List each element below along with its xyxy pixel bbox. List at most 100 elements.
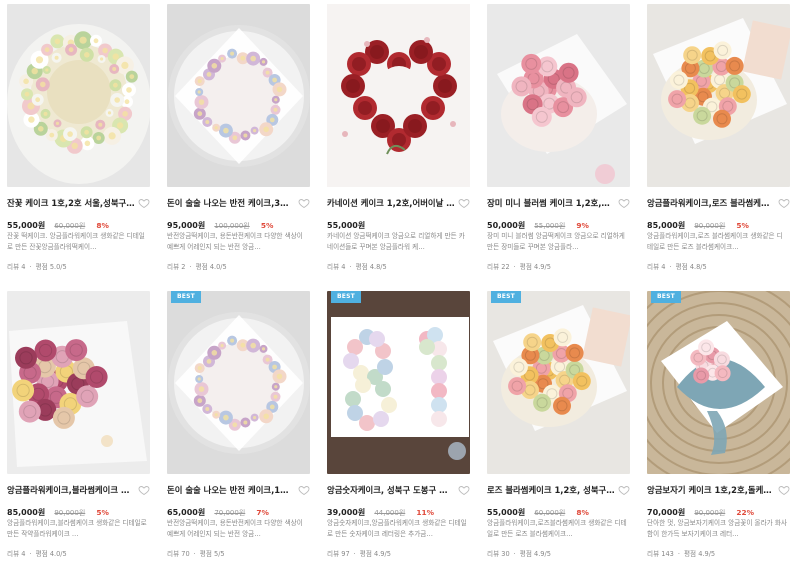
rating-value: 5/5 <box>214 550 225 558</box>
product-image[interactable] <box>487 4 630 187</box>
product-title-row: 앙금보자기 케이크 1호,2호,돌케… <box>647 484 790 498</box>
original-price: 100,000원 <box>214 222 250 230</box>
separator-dot: · <box>29 550 32 558</box>
heart-icon[interactable] <box>298 197 310 209</box>
sale-price: 55,000원 <box>7 221 46 230</box>
product-card[interactable]: BEST 돈이 술술 나오는 반전 케이크,1… 65,000원 70,000원… <box>167 291 310 567</box>
price-row: 50,000원 55,000원 9% <box>487 213 589 230</box>
price-row: 65,000원 70,000원 7% <box>167 500 269 517</box>
separator-dot: · <box>349 263 352 271</box>
product-image[interactable]: BEST <box>487 291 630 474</box>
price-row: 55,000원 <box>327 213 365 230</box>
original-price: 55,000원 <box>534 222 566 230</box>
price-row: 70,000원 90,000원 22% <box>647 500 754 517</box>
review-meta: 리뷰 22 · 평점 4.9/5 <box>487 261 551 271</box>
heart-icon[interactable] <box>618 484 630 496</box>
review-count: 143 <box>661 550 674 558</box>
original-price: 70,000원 <box>214 509 246 517</box>
rating-label: 평점 <box>35 263 48 271</box>
product-title[interactable]: 잔꽃 케이크 1호,2호 서울,성북구,… <box>7 197 135 209</box>
heart-icon[interactable] <box>618 197 630 209</box>
product-card[interactable]: BEST 앙금숫자케이크, 성북구 도봉구 … 39,000원 44,000원 … <box>327 291 470 567</box>
product-title-row: 잔꽃 케이크 1호,2호 서울,성북구,… <box>7 197 150 211</box>
review-meta: 리뷰 4 · 평점 4.8/5 <box>647 261 707 271</box>
sale-price: 95,000원 <box>167 221 206 230</box>
product-image[interactable]: BEST <box>327 291 470 474</box>
rating-value: 4.9/5 <box>534 550 551 558</box>
product-image[interactable]: BEST <box>167 291 310 474</box>
review-count: 4 <box>21 550 26 558</box>
rating-value: 4.8/5 <box>369 263 387 271</box>
product-title[interactable]: 앙금플라워케이크,블라썸케이크 … <box>7 484 135 496</box>
product-image[interactable] <box>7 4 150 187</box>
original-price: 44,000원 <box>374 509 406 517</box>
heart-icon[interactable] <box>458 484 470 496</box>
best-badge: BEST <box>171 291 201 303</box>
product-description: 카네이션 앙금떡케이크 앙금으로 리얼하게 만든 카네이션들로 꾸며본 앙금플라… <box>327 232 465 251</box>
separator-dot: · <box>29 263 32 271</box>
product-image[interactable]: BEST <box>647 291 790 474</box>
product-card[interactable]: 앙금플라워케이크,로즈 블라썸케… 85,000원 90,000원 5% 앙금플… <box>647 4 790 280</box>
sale-price: 39,000원 <box>327 508 366 517</box>
product-title[interactable]: 돈이 술술 나오는 반전 케이크,1… <box>167 484 295 496</box>
product-card[interactable]: 앙금플라워케이크,블라썸케이크 … 85,000원 90,000원 5% 앙금플… <box>7 291 150 567</box>
rating-label: 평점 <box>359 550 372 558</box>
heart-icon[interactable] <box>298 484 310 496</box>
product-card[interactable]: 돈이 술술 나오는 반전 케이크,3… 95,000원 100,000원 5% … <box>167 4 310 280</box>
product-title[interactable]: 앙금보자기 케이크 1호,2호,돌케… <box>647 484 775 496</box>
heart-icon[interactable] <box>778 484 790 496</box>
original-price: 60,000원 <box>534 509 566 517</box>
rating-label: 평점 <box>199 550 212 558</box>
separator-dot: · <box>677 550 680 558</box>
product-title-row: 앙금플라워케이크,로즈 블라썸케… <box>647 197 790 211</box>
product-title[interactable]: 돈이 술술 나오는 반전 케이크,3… <box>167 197 295 209</box>
heart-icon[interactable] <box>458 197 470 209</box>
product-title[interactable]: 앙금숫자케이크, 성북구 도봉구 … <box>327 484 455 496</box>
rating-value: 5.0/5 <box>49 263 67 271</box>
review-count: 30 <box>501 550 510 558</box>
review-meta: 리뷰 2 · 평점 4.0/5 <box>167 261 227 271</box>
discount-rate: 22% <box>736 508 755 517</box>
rating-label: 평점 <box>675 263 688 271</box>
product-title[interactable]: 앙금플라워케이크,로즈 블라썸케… <box>647 197 775 209</box>
product-description: 앙금플라워케이크,로즈 블라썸케이크 생화같은 디테일로 만든 로즈 블라썸케이… <box>647 232 783 251</box>
review-count: 22 <box>501 263 510 271</box>
reviews-label: 리뷰 <box>487 550 500 558</box>
product-card[interactable]: 장미 미니 블러썸 케이크 1,2호,… 50,000원 55,000원 9% … <box>487 4 630 280</box>
product-title[interactable]: 장미 미니 블러썸 케이크 1,2호,… <box>487 197 615 209</box>
review-meta: 리뷰 30 · 평점 4.9/5 <box>487 548 551 558</box>
product-card[interactable]: 카네이션 케이크 1,2호,어버이날 … 55,000원 카네이션 앙금떡케이크… <box>327 4 470 280</box>
product-image[interactable] <box>167 4 310 187</box>
product-image[interactable] <box>7 291 150 474</box>
product-image[interactable] <box>327 4 470 187</box>
product-description: 장미 미니 블러썸 앙금떡케이크 앙금으로 리얼하게 만든 장미들로 꾸며본 앙… <box>487 232 625 251</box>
sale-price: 85,000원 <box>647 221 686 230</box>
product-card[interactable]: BEST 앙금보자기 케이크 1호,2호,돌케… 70,000원 90,000원… <box>647 291 790 567</box>
heart-icon[interactable] <box>778 197 790 209</box>
product-image[interactable] <box>647 4 790 187</box>
reviews-label: 리뷰 <box>327 263 340 271</box>
original-price: 60,000원 <box>54 222 86 230</box>
review-count: 4 <box>341 263 346 271</box>
product-card[interactable]: 잔꽃 케이크 1호,2호 서울,성북구,… 55,000원 60,000원 8%… <box>7 4 150 280</box>
rating-value: 4.9/5 <box>698 550 716 558</box>
product-title[interactable]: 로즈 블라썸케이크 1,2호, 성북구 … <box>487 484 615 496</box>
rating-label: 평점 <box>519 263 532 271</box>
discount-rate: 11% <box>416 508 435 517</box>
product-card[interactable]: BEST 로즈 블라썸케이크 1,2호, 성북구 … 55,000원 60,00… <box>487 291 630 567</box>
review-meta: 리뷰 4 · 평점 5.0/5 <box>7 261 67 271</box>
product-title-row: 카네이션 케이크 1,2호,어버이날 … <box>327 197 470 211</box>
sale-price: 55,000원 <box>327 221 366 230</box>
heart-icon[interactable] <box>138 197 150 209</box>
review-meta: 리뷰 97 · 평점 4.9/5 <box>327 548 391 558</box>
discount-rate: 5% <box>96 508 109 517</box>
review-meta: 리뷰 143 · 평점 4.9/5 <box>647 548 715 558</box>
heart-icon[interactable] <box>138 484 150 496</box>
reviews-label: 리뷰 <box>327 550 340 558</box>
product-title[interactable]: 카네이션 케이크 1,2호,어버이날 … <box>327 197 455 209</box>
rating-value: 4.9/5 <box>534 263 551 271</box>
discount-rate: 8% <box>96 221 109 230</box>
reviews-label: 리뷰 <box>167 263 180 271</box>
product-title-row: 앙금플라워케이크,블라썸케이크 … <box>7 484 150 498</box>
separator-dot: · <box>353 550 356 558</box>
